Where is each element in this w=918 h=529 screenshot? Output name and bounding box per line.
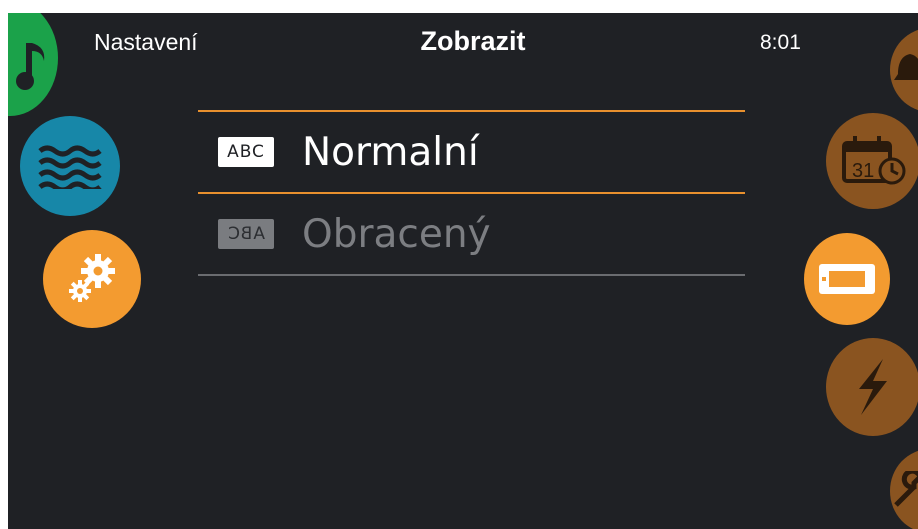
- display-button[interactable]: [804, 233, 890, 325]
- bell-icon: [894, 54, 918, 80]
- option-inverted[interactable]: ABC Obracený: [198, 194, 745, 274]
- music-note-icon: [16, 43, 45, 90]
- back-button-label[interactable]: Nastavení: [94, 29, 198, 56]
- water-button[interactable]: [20, 116, 120, 216]
- bell-button[interactable]: [890, 28, 918, 112]
- calendar-day-text: 31: [852, 160, 874, 182]
- display-icon: [819, 264, 875, 294]
- water-waves-icon: [38, 145, 102, 189]
- gears-icon: [69, 254, 115, 302]
- display-mode-list: ABC Normalní ABC Obracený: [198, 110, 745, 276]
- calendar-button[interactable]: 31: [826, 113, 918, 209]
- settings-button[interactable]: [43, 230, 141, 328]
- option-inverted-label: Obracený: [302, 211, 491, 257]
- service-button[interactable]: [890, 449, 918, 529]
- page-title: Zobrazit: [420, 26, 526, 56]
- calendar-clock-icon: 31: [842, 136, 906, 185]
- option-normal[interactable]: ABC Normalní: [198, 112, 745, 192]
- inverted-abc-badge: ABC: [218, 219, 274, 249]
- normal-abc-badge: ABC: [218, 137, 274, 167]
- wrench-icon: [894, 471, 918, 507]
- energy-button[interactable]: [826, 338, 918, 436]
- music-button[interactable]: [8, 13, 58, 116]
- option-normal-label: Normalní: [302, 129, 479, 175]
- lightning-icon: [859, 359, 887, 415]
- divider-bottom: [198, 274, 745, 276]
- clock: 8:01: [760, 31, 801, 54]
- screen: Nastavení Zobrazit 8:01 31 ABC Normalní …: [8, 13, 918, 529]
